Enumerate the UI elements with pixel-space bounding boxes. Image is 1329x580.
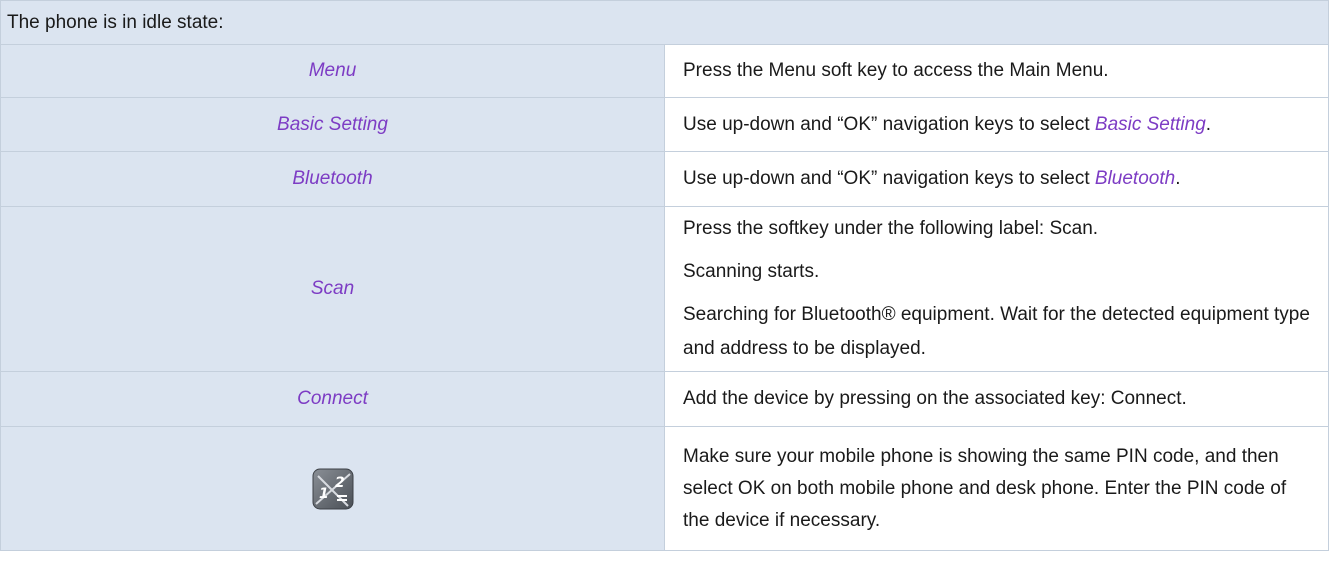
table-row: 1 2 Make sure your mobile phone is showi… [0,426,1329,551]
step-label-connect: Connect [0,371,665,427]
step-description: Make sure your mobile phone is showing t… [664,426,1329,551]
step-text-end: . [1175,168,1181,189]
step-description: Press the Menu soft key to access the Ma… [664,44,1329,98]
svg-text:1: 1 [319,486,329,502]
step-text: Use up-down and “OK” navigation keys to … [683,168,1095,189]
table-header-row: The phone is in idle state: [0,0,1329,45]
table-row: Scan Press the softkey under the followi… [0,206,1329,372]
step-description: Press the softkey under the following la… [664,206,1329,372]
table-header: The phone is in idle state: [0,0,1329,45]
step-paragraph: Searching for Bluetooth® equipment. Wait… [683,304,1310,359]
keypad-icon: 1 2 [310,466,356,512]
table-row: Connect Add the device by pressing on th… [0,371,1329,427]
table-row: Bluetooth Use up-down and “OK” navigatio… [0,151,1329,207]
step-reference: Bluetooth [1094,168,1176,189]
step-reference: Basic Setting [1094,113,1206,135]
step-paragraph: Press the softkey under the following la… [683,218,1099,239]
step-label-scan: Scan [0,206,665,372]
step-paragraph: Scanning starts. [683,261,820,282]
step-text-end: . [1205,113,1212,135]
step-icon-cell: 1 2 [0,426,665,551]
step-label-basic-setting: Basic Setting [0,97,665,152]
step-description: Add the device by pressing on the associ… [664,371,1329,427]
step-paragraph: Make sure your mobile phone is showing t… [683,445,1287,531]
step-label-menu: Menu [0,44,665,98]
procedure-table: The phone is in idle state: Menu Press t… [0,0,1329,551]
step-text: Use up-down and “OK” navigation keys to … [683,113,1095,135]
table-row: Menu Press the Menu soft key to access t… [0,44,1329,98]
svg-text:2: 2 [335,475,345,491]
table-row: Basic Setting Use up-down and “OK” navig… [0,97,1329,152]
step-description: Use up-down and “OK” navigation keys to … [664,151,1329,207]
step-description: Use up-down and “OK” navigation keys to … [664,97,1329,152]
step-label-bluetooth: Bluetooth [0,151,665,207]
